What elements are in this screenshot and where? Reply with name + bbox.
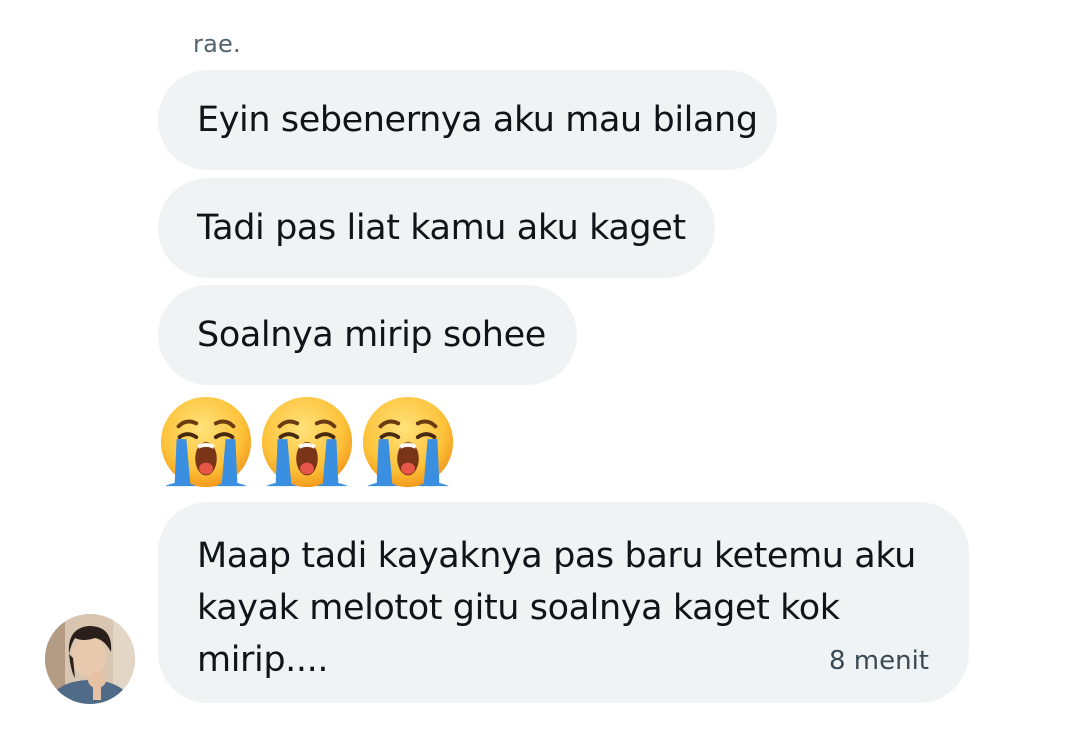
message-bubble[interactable]: Eyin sebenernya aku mau bilang [158,70,777,170]
message-text: Tadi pas liat kamu aku kaget [197,208,686,248]
loudly-crying-face-icon [261,396,353,488]
sender-name: rae. [193,30,241,58]
emoji-message[interactable] [157,393,457,493]
message-bubble[interactable]: Tadi pas liat kamu aku kaget [158,178,715,278]
message-bubble[interactable]: Maap tadi kayaknya pas baru ketemu aku k… [158,502,969,703]
message-text: Eyin sebenernya aku mau bilang [197,100,758,140]
message-text-line: mirip.... [197,640,329,680]
loudly-crying-face-icon [160,396,252,488]
loudly-crying-face-icon [362,396,454,488]
avatar-photo [45,614,135,704]
message-text-line: kayak melotot gitu soalnya kaget kok [197,588,840,628]
message-text-line: Maap tadi kayaknya pas baru ketemu aku [197,536,916,576]
avatar[interactable] [45,614,135,704]
message-timestamp: 8 menit [828,646,929,676]
message-bubble[interactable]: Soalnya mirip sohee [158,285,577,385]
message-text: Soalnya mirip sohee [197,315,546,355]
